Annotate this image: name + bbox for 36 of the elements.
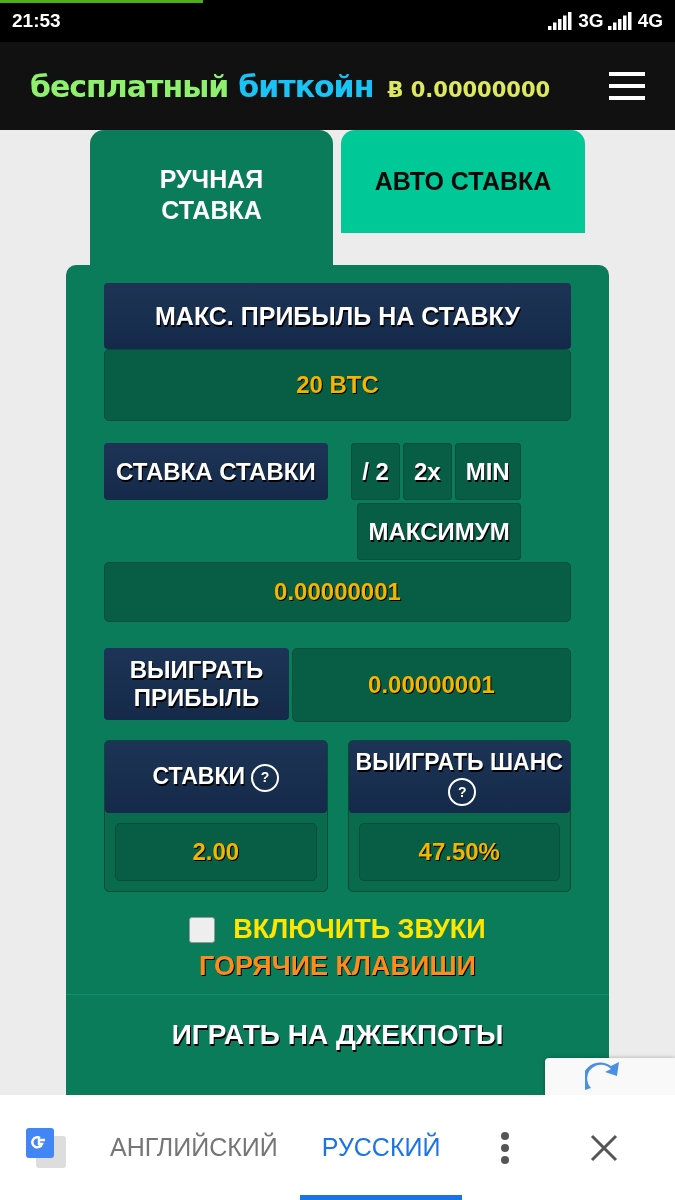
help-icon[interactable]: ? — [250, 763, 279, 792]
signal-icon — [548, 12, 575, 30]
more-button[interactable] — [500, 1131, 511, 1164]
bet-button[interactable]: MIN — [454, 443, 521, 500]
translate-icon — [24, 1125, 68, 1170]
clock: 21:53 — [12, 10, 61, 32]
language-tab[interactable]: РУССКИЙ — [299, 1095, 463, 1200]
stat-value: 47.50% — [358, 823, 560, 881]
logo-text: бесплатный — [30, 68, 229, 104]
sound-checkbox[interactable] — [189, 916, 216, 943]
bet-label: СТАВКА СТАВКИ — [104, 443, 328, 500]
network-label: 4G — [637, 10, 663, 32]
language-tab[interactable]: АНГЛИЙСКИЙ — [88, 1095, 300, 1200]
win-profit-label: ВЫИГРАТЬ ПРИБЫЛЬ — [104, 648, 289, 720]
captcha-icon — [585, 1062, 619, 1090]
value-field: 20 BTC — [104, 349, 571, 421]
tab[interactable]: РУЧНАЯ СТАВКА — [90, 130, 333, 265]
close-button[interactable] — [590, 1133, 619, 1162]
logo-text: биткойн — [238, 68, 374, 104]
panel-title: МАКС. ПРИБЫЛЬ НА СТАВКУ — [104, 283, 571, 349]
menu-button[interactable] — [609, 72, 645, 100]
tab[interactable]: АВТО СТАВКА — [341, 130, 585, 233]
stat-label: ВЫИГРАТЬ ШАНС — [355, 748, 563, 775]
network-label: 3G — [578, 10, 604, 32]
signal-icon — [607, 12, 634, 30]
stat-value: 2.00 — [115, 823, 317, 881]
balance: Ƀ 0.00000000 — [387, 77, 551, 102]
bet-input[interactable]: 0.00000001 — [104, 562, 571, 622]
win-profit-field: 0.00000001 — [292, 648, 571, 722]
bet-button[interactable]: МАКСИМУМ — [357, 503, 521, 560]
stat-label: СТАВКИ — [152, 763, 245, 790]
bet-button[interactable]: / 2 — [351, 443, 400, 500]
sound-label: ВКЛЮЧИТЬ ЗВУКИ — [233, 914, 486, 945]
help-icon[interactable]: ? — [448, 778, 477, 807]
jackpot-heading: ИГРАТЬ НА ДЖЕКПОТЫ — [170, 1019, 505, 1051]
bet-button[interactable]: 2x — [402, 443, 452, 500]
